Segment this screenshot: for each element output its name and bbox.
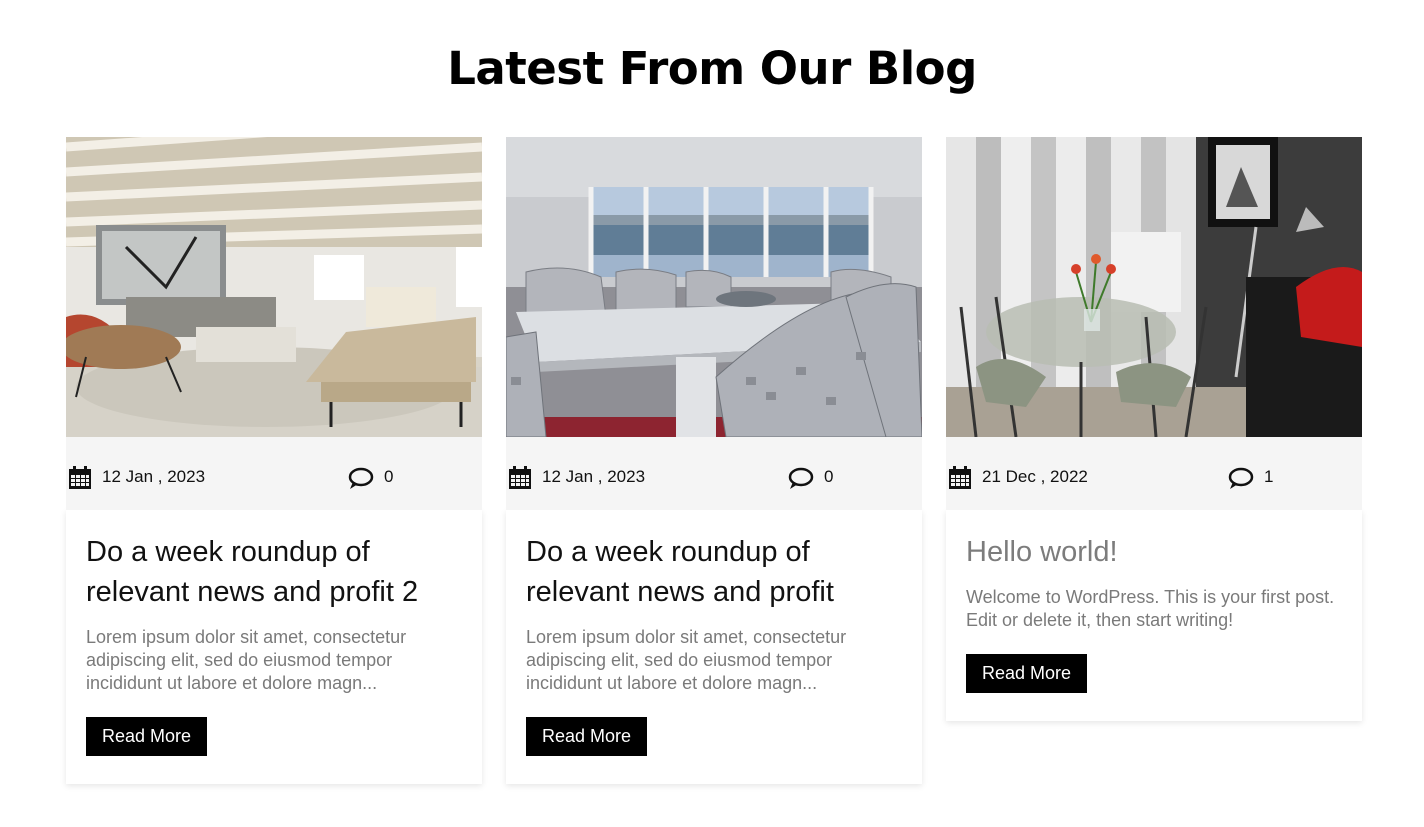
read-more-button[interactable]: Read More xyxy=(86,717,208,756)
excerpt-line: incididunt ut labore et dolore magn... xyxy=(526,673,818,693)
excerpt-line: adipiscing elit, sed do eiusmod tempor xyxy=(526,650,833,670)
calendar-icon xyxy=(508,466,532,495)
post-body: Hello world! Welcome to WordPress. This … xyxy=(946,510,1362,721)
post-title-line: Do a week roundup of xyxy=(526,536,810,568)
calendar-icon xyxy=(68,466,92,495)
post-meta: 21 Dec , 2022 1 xyxy=(946,437,1362,510)
post-title[interactable]: Do a week roundup of relevant news and p… xyxy=(86,532,462,612)
blog-cards: 12 Jan , 2023 0 Do a week roundup of rel… xyxy=(66,137,1362,784)
post-thumbnail[interactable] xyxy=(66,137,482,437)
read-more-button[interactable]: Read More xyxy=(526,717,648,756)
comment-bubble-icon xyxy=(348,467,374,496)
excerpt-line: Welcome to WordPress. This is your first… xyxy=(966,587,1335,607)
dining-room-photo xyxy=(506,137,922,437)
excerpt-line: Lorem ipsum dolor sit amet, consectetur xyxy=(526,627,847,647)
post-title-line: relevant news and profit 2 xyxy=(86,576,419,608)
comment-count[interactable]: 0 xyxy=(824,467,833,487)
post-excerpt: Lorem ipsum dolor sit amet, consectetur … xyxy=(86,626,462,695)
post-body: Do a week roundup of relevant news and p… xyxy=(66,510,482,784)
post-title-line: relevant news and profit xyxy=(526,576,834,608)
read-more-button[interactable]: Read More xyxy=(966,654,1088,693)
post-date: 12 Jan , 2023 xyxy=(102,467,206,486)
blog-card: 12 Jan , 2023 0 Do a week roundup of rel… xyxy=(506,137,922,784)
post-body: Do a week roundup of relevant news and p… xyxy=(506,510,922,784)
post-title-line: Do a week roundup of xyxy=(86,536,370,568)
excerpt-line: Lorem ipsum dolor sit amet, consectetur xyxy=(86,627,407,647)
excerpt-line: Edit or delete it, then start writing! xyxy=(966,610,1234,630)
post-excerpt: Welcome to WordPress. This is your first… xyxy=(966,586,1342,632)
excerpt-line: incididunt ut labore et dolore magn... xyxy=(86,673,378,693)
comment-bubble-icon xyxy=(1228,467,1254,496)
dining-nook-photo xyxy=(946,137,1362,437)
calendar-icon xyxy=(948,466,972,495)
comment-count[interactable]: 0 xyxy=(384,467,393,487)
post-title[interactable]: Do a week roundup of relevant news and p… xyxy=(526,532,902,612)
post-excerpt: Lorem ipsum dolor sit amet, consectetur … xyxy=(526,626,902,695)
post-title[interactable]: Hello world! xyxy=(966,532,1342,572)
post-title-line: Hello world! xyxy=(966,536,1118,568)
living-room-photo xyxy=(66,137,482,437)
post-thumbnail[interactable] xyxy=(946,137,1362,437)
blog-card: 12 Jan , 2023 0 Do a week roundup of rel… xyxy=(66,137,482,784)
post-meta: 12 Jan , 2023 0 xyxy=(506,437,922,510)
excerpt-line: adipiscing elit, sed do eiusmod tempor xyxy=(86,650,393,670)
post-thumbnail[interactable] xyxy=(506,137,922,437)
section-title: Latest From Our Blog xyxy=(447,42,977,95)
post-date: 12 Jan , 2023 xyxy=(542,467,646,486)
post-date: 21 Dec , 2022 xyxy=(982,467,1088,486)
comment-count[interactable]: 1 xyxy=(1264,467,1273,487)
blog-card: 21 Dec , 2022 1 Hello world! Welcome to … xyxy=(946,137,1362,784)
comment-bubble-icon xyxy=(788,467,814,496)
post-meta: 12 Jan , 2023 0 xyxy=(66,437,482,510)
